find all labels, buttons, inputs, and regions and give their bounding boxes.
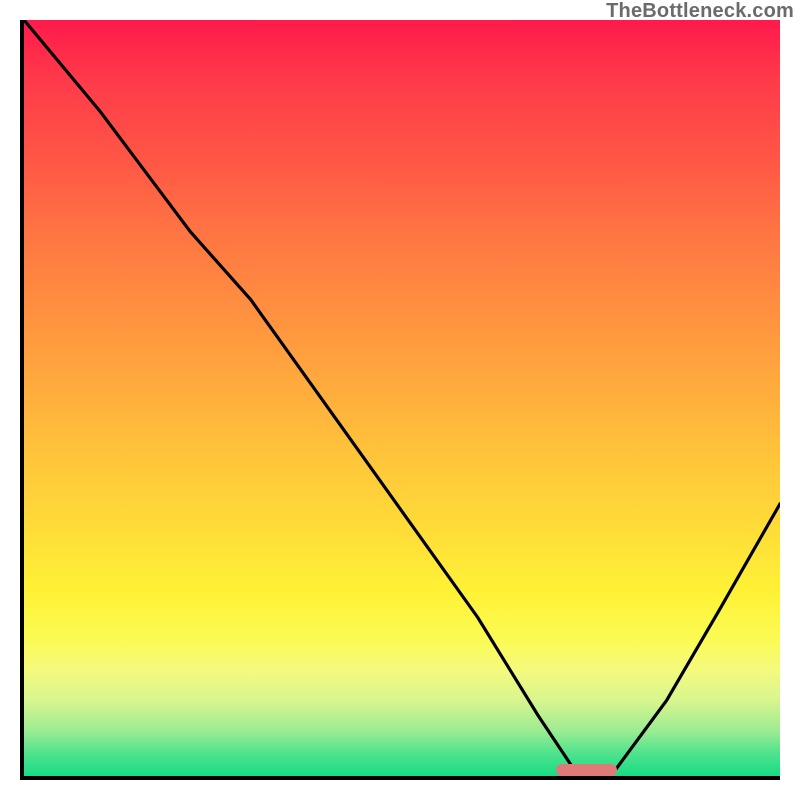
optimal-range-marker bbox=[556, 764, 617, 776]
bottleneck-curve-path bbox=[24, 20, 780, 772]
bottleneck-curve-svg bbox=[24, 20, 780, 776]
chart-container: TheBottleneck.com bbox=[0, 0, 800, 800]
plot-area bbox=[20, 20, 780, 780]
